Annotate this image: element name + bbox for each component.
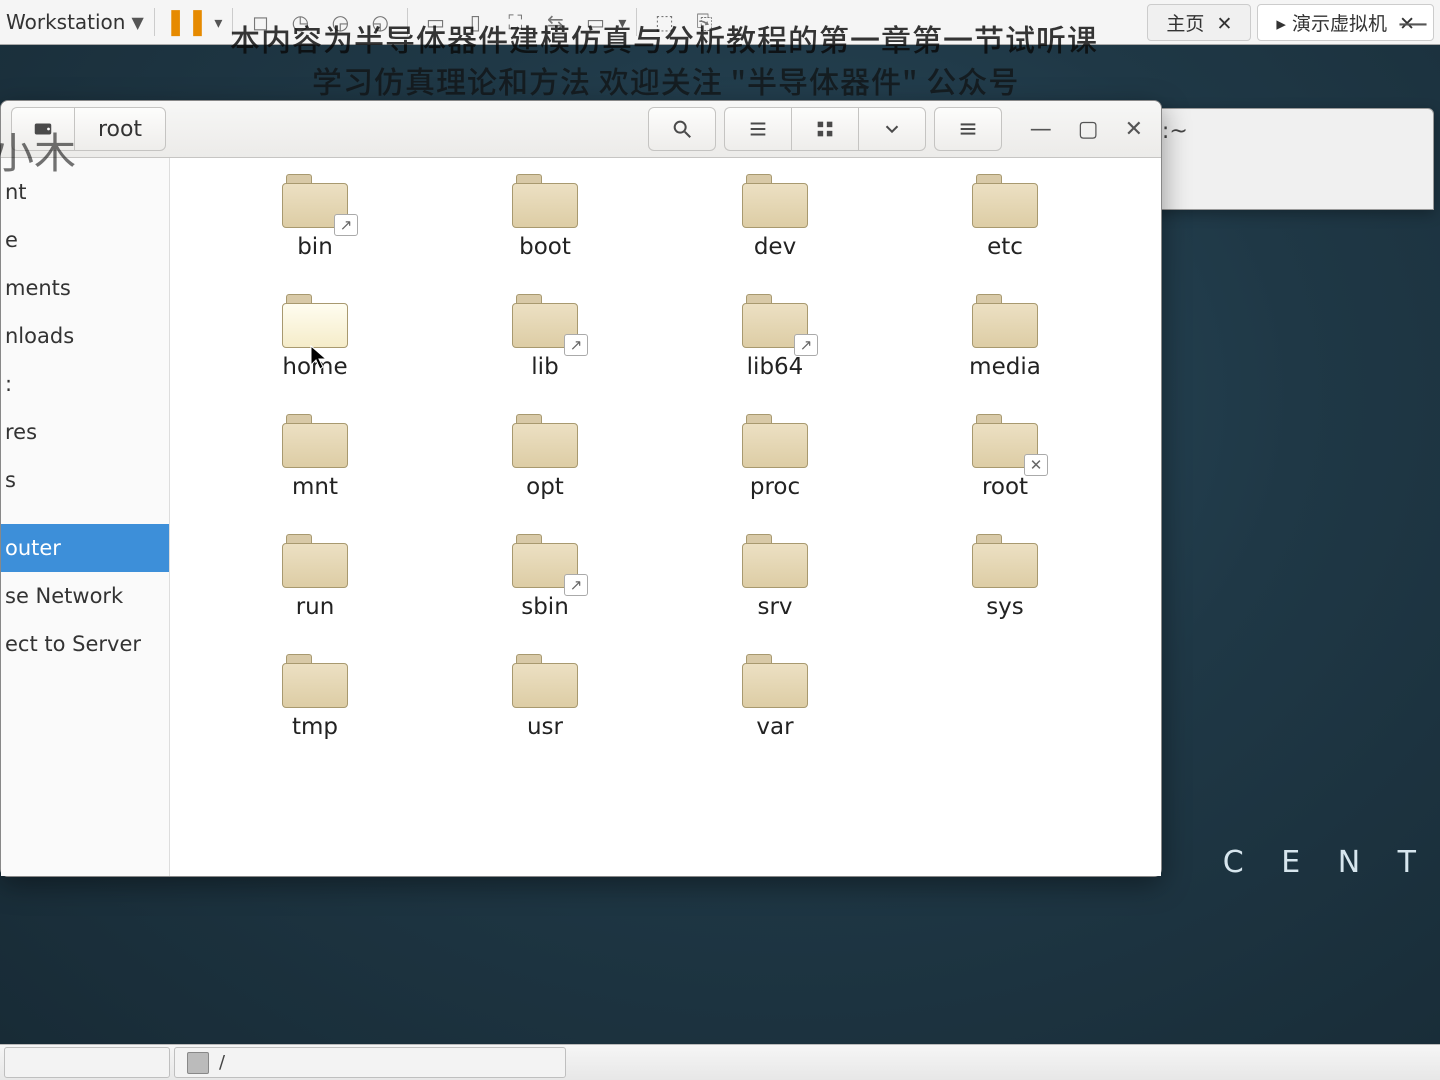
- folder-label: sbin: [521, 594, 569, 620]
- grid-view-button[interactable]: [791, 107, 858, 151]
- folder-mnt[interactable]: mnt: [200, 414, 430, 534]
- folder-root[interactable]: ✕root: [890, 414, 1120, 534]
- folder-icon: [972, 534, 1038, 588]
- vm-product-menu-icon[interactable]: ▼: [131, 13, 143, 32]
- folder-icon: ↗: [512, 294, 578, 348]
- folder-icon: ↗: [512, 534, 578, 588]
- symlink-badge-icon: ↗: [334, 214, 358, 236]
- taskbar: /: [0, 1044, 1440, 1080]
- folder-run[interactable]: run: [200, 534, 430, 654]
- folder-icon: ✕: [972, 414, 1038, 468]
- close-button[interactable]: ✕: [1125, 117, 1143, 142]
- folder-sys[interactable]: sys: [890, 534, 1120, 654]
- maximize-button[interactable]: ▢: [1078, 117, 1099, 142]
- path-segment[interactable]: root: [74, 107, 166, 151]
- folder-opt[interactable]: opt: [430, 414, 660, 534]
- symlink-badge-icon: ↗: [794, 334, 818, 356]
- list-view-button[interactable]: [724, 107, 791, 151]
- folder-grid[interactable]: ↗binbootdevetchome↗lib↗lib64mediamntoptp…: [170, 158, 1161, 876]
- disk-icon: [187, 1052, 209, 1074]
- folder-icon: [512, 174, 578, 228]
- host-minimize-icon[interactable]: —: [1398, 6, 1428, 41]
- sidebar-item[interactable]: ect to Server: [1, 620, 169, 668]
- sidebar-item[interactable]: :: [1, 360, 169, 408]
- sidebar-item[interactable]: res: [1, 408, 169, 456]
- folder-icon: [512, 654, 578, 708]
- folder-icon: [282, 414, 348, 468]
- view-options-button[interactable]: [858, 107, 926, 151]
- folder-label: media: [969, 354, 1041, 380]
- folder-label: tmp: [292, 714, 338, 740]
- search-button[interactable]: [648, 107, 716, 151]
- taskbar-entry-filemanager[interactable]: /: [174, 1047, 566, 1078]
- folder-label: dev: [754, 234, 796, 260]
- folder-etc[interactable]: etc: [890, 174, 1120, 294]
- sidebar: ntementsnloads:ressouterse Networkect to…: [1, 158, 170, 876]
- folder-usr[interactable]: usr: [430, 654, 660, 774]
- folder-label: usr: [527, 714, 563, 740]
- sidebar-item[interactable]: s: [1, 456, 169, 504]
- folder-label: root: [982, 474, 1028, 500]
- file-manager-headerbar: root — ▢ ✕: [1, 101, 1161, 158]
- folder-home[interactable]: home: [200, 294, 430, 414]
- taskbar-path: /: [219, 1052, 225, 1073]
- folder-icon: ↗: [742, 294, 808, 348]
- folder-icon: [972, 294, 1038, 348]
- folder-var[interactable]: var: [660, 654, 890, 774]
- watermark-corner: 小木: [0, 120, 76, 181]
- vm-tab-home[interactable]: 主页 ✕: [1147, 4, 1251, 41]
- folder-media[interactable]: media: [890, 294, 1120, 414]
- noaccess-badge-icon: ✕: [1024, 454, 1048, 476]
- folder-label: etc: [987, 234, 1023, 260]
- sidebar-item[interactable]: outer: [1, 524, 169, 572]
- centos-brand: C E N T: [1223, 845, 1430, 880]
- folder-lib64[interactable]: ↗lib64: [660, 294, 890, 414]
- pause-menu-icon[interactable]: ▾: [214, 13, 222, 32]
- folder-label: lib64: [747, 354, 804, 380]
- folder-icon: [282, 294, 348, 348]
- folder-dev[interactable]: dev: [660, 174, 890, 294]
- sidebar-item[interactable]: ments: [1, 264, 169, 312]
- folder-label: lib: [531, 354, 558, 380]
- folder-tmp[interactable]: tmp: [200, 654, 430, 774]
- taskbar-entry[interactable]: [4, 1047, 170, 1078]
- watermark-line2: 学习仿真理论和方法 欢迎关注 "半导体器件" 公众号: [312, 58, 1019, 102]
- minimize-button[interactable]: —: [1030, 117, 1052, 142]
- folder-lib[interactable]: ↗ lib: [430, 294, 660, 414]
- folder-label: bin: [297, 234, 333, 260]
- folder-label: sys: [986, 594, 1024, 620]
- folder-label: home: [282, 354, 347, 380]
- sidebar-item[interactable]: se Network: [1, 572, 169, 620]
- folder-icon: [282, 534, 348, 588]
- folder-icon: ↗: [282, 174, 348, 228]
- folder-bin[interactable]: ↗bin: [200, 174, 430, 294]
- folder-label: mnt: [292, 474, 338, 500]
- sidebar-item[interactable]: e: [1, 216, 169, 264]
- folder-icon: [742, 174, 808, 228]
- folder-boot[interactable]: boot: [430, 174, 660, 294]
- folder-icon: [742, 654, 808, 708]
- folder-label: boot: [519, 234, 571, 260]
- folder-label: proc: [750, 474, 800, 500]
- folder-srv[interactable]: srv: [660, 534, 890, 654]
- folder-proc[interactable]: proc: [660, 414, 890, 534]
- symlink-badge-icon: ↗: [564, 574, 588, 596]
- folder-label: opt: [526, 474, 564, 500]
- vm-product[interactable]: Workstation: [6, 10, 125, 34]
- file-manager-window: root — ▢ ✕ ntementsnloads:ressouterse: [0, 100, 1162, 877]
- folder-icon: [742, 534, 808, 588]
- folder-icon: [282, 654, 348, 708]
- pause-icon[interactable]: ❚❚: [165, 7, 209, 37]
- folder-icon: [972, 174, 1038, 228]
- folder-label: run: [296, 594, 335, 620]
- symlink-badge-icon: ↗: [564, 334, 588, 356]
- folder-label: srv: [757, 594, 792, 620]
- folder-icon: [512, 414, 578, 468]
- watermark-line1: 本内容为半导体器件建模仿真与分析教程的第一章第一节试听课: [230, 16, 1098, 60]
- sidebar-item[interactable]: nloads: [1, 312, 169, 360]
- folder-sbin[interactable]: ↗sbin: [430, 534, 660, 654]
- hamburger-menu-button[interactable]: [934, 107, 1002, 151]
- folder-label: var: [756, 714, 793, 740]
- folder-icon: [742, 414, 808, 468]
